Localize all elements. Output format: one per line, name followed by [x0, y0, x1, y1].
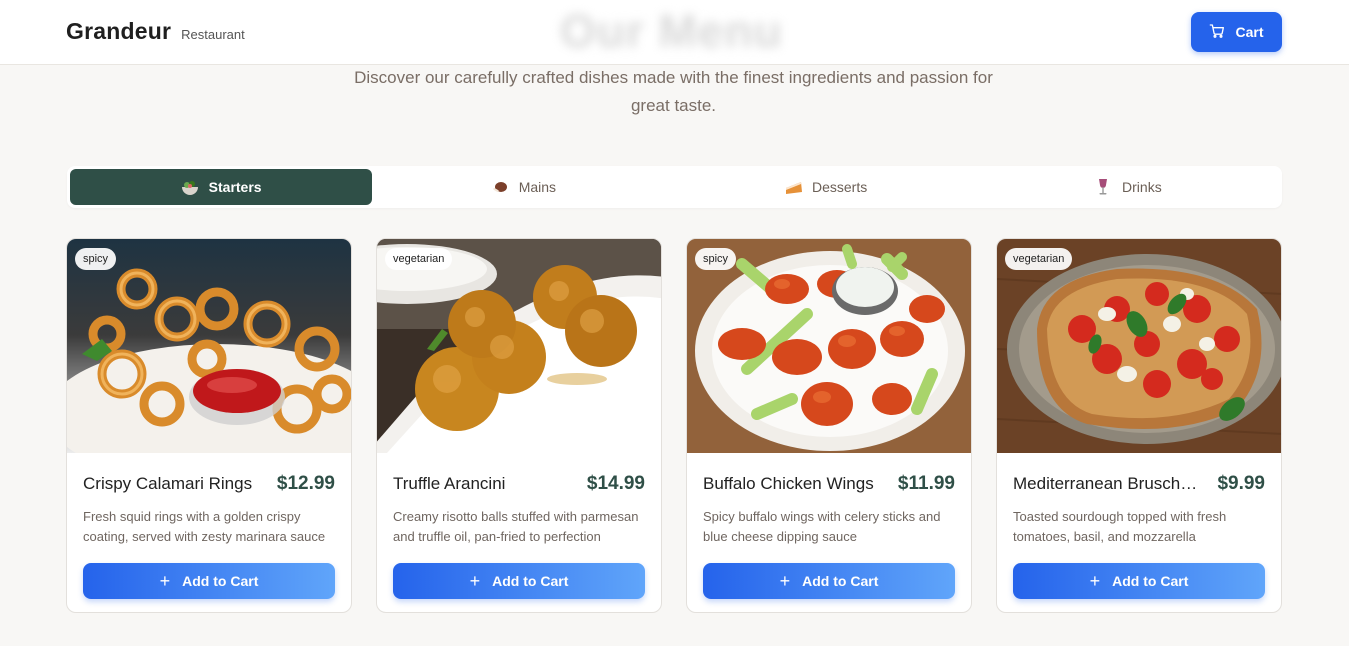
dish-price: $9.99 — [1217, 473, 1265, 494]
dish-photo: spicy — [687, 239, 971, 453]
menu-subtitle: Discover our carefully crafted dishes ma… — [354, 68, 993, 115]
dish-price: $12.99 — [276, 473, 335, 494]
meat-icon — [491, 178, 509, 196]
tab-label: Drinks — [1122, 179, 1162, 195]
dish-tag: spicy — [695, 248, 737, 270]
header: Grandeur Restaurant Our Menu Cart — [0, 0, 1349, 65]
plus-icon: + — [779, 571, 791, 591]
tab-label: Desserts — [812, 179, 868, 195]
dish-description: Fresh squid rings with a golden crispy c… — [83, 509, 326, 544]
cake-icon — [784, 178, 802, 196]
plus-icon: + — [469, 571, 481, 591]
add-to-cart-label: Add to Cart — [182, 573, 259, 589]
dish-tag: vegetarian — [1005, 248, 1073, 270]
add-to-cart-button[interactable]: + Add to Cart — [1013, 563, 1265, 599]
menu-card: vegetarian Mediterranean Bruschetta $9.9… — [996, 238, 1282, 613]
cart-button[interactable]: Cart — [1191, 12, 1282, 52]
dish-photo: spicy — [67, 239, 351, 453]
add-to-cart-button[interactable]: + Add to Cart — [703, 563, 955, 599]
brand-name: Grandeur — [66, 18, 172, 44]
dish-description: Creamy risotto balls stuffed with parmes… — [393, 509, 639, 544]
category-tabs: Starters Mains Desserts Drinks — [67, 166, 1282, 208]
add-to-cart-button[interactable]: + Add to Cart — [393, 563, 645, 599]
brand[interactable]: Grandeur Restaurant — [66, 18, 245, 45]
plus-icon: + — [1089, 571, 1101, 591]
menu-grid: spicy Crispy Calamari Rings $12.99 Fresh… — [66, 238, 1282, 613]
add-to-cart-button[interactable]: + Add to Cart — [83, 563, 335, 599]
blurred-page-title: Our Menu — [560, 5, 783, 57]
plus-icon: + — [159, 571, 171, 591]
add-to-cart-label: Add to Cart — [492, 573, 569, 589]
wine-glass-icon — [1094, 178, 1112, 196]
tab-desserts[interactable]: Desserts — [675, 169, 977, 205]
dish-tag: vegetarian — [385, 248, 453, 270]
dish-name: Buffalo Chicken Wings — [703, 474, 874, 493]
dish-tag: spicy — [75, 248, 117, 270]
tab-starters[interactable]: Starters — [70, 169, 373, 205]
menu-card: vegetarian Truffle Arancini $14.99 Cream… — [376, 238, 662, 613]
cart-label: Cart — [1235, 24, 1264, 40]
add-to-cart-label: Add to Cart — [802, 573, 879, 589]
dish-photo: vegetarian — [997, 239, 1281, 453]
dish-price: $14.99 — [586, 473, 645, 494]
tab-label: Mains — [518, 179, 557, 195]
tab-drinks[interactable]: Drinks — [977, 169, 1279, 205]
cart-icon — [1209, 23, 1225, 42]
menu-card: spicy Buffalo Chicken Wings $11.99 Spicy… — [686, 238, 972, 613]
add-to-cart-label: Add to Cart — [1112, 573, 1189, 589]
dish-name: Mediterranean Bruschetta — [1013, 474, 1198, 493]
tab-label: Starters — [208, 179, 262, 195]
menu-card: spicy Crispy Calamari Rings $12.99 Fresh… — [66, 238, 352, 613]
dish-description: Spicy buffalo wings with celery sticks a… — [703, 509, 941, 544]
brand-subtitle: Restaurant — [181, 27, 245, 42]
dish-name: Truffle Arancini — [393, 474, 506, 493]
dish-price: $11.99 — [897, 473, 955, 494]
salad-icon — [181, 178, 199, 196]
dish-name: Crispy Calamari Rings — [83, 474, 253, 493]
tab-mains[interactable]: Mains — [372, 169, 674, 205]
dish-photo: vegetarian — [377, 239, 661, 453]
dish-description: Toasted sourdough topped with fresh toma… — [1013, 509, 1227, 544]
